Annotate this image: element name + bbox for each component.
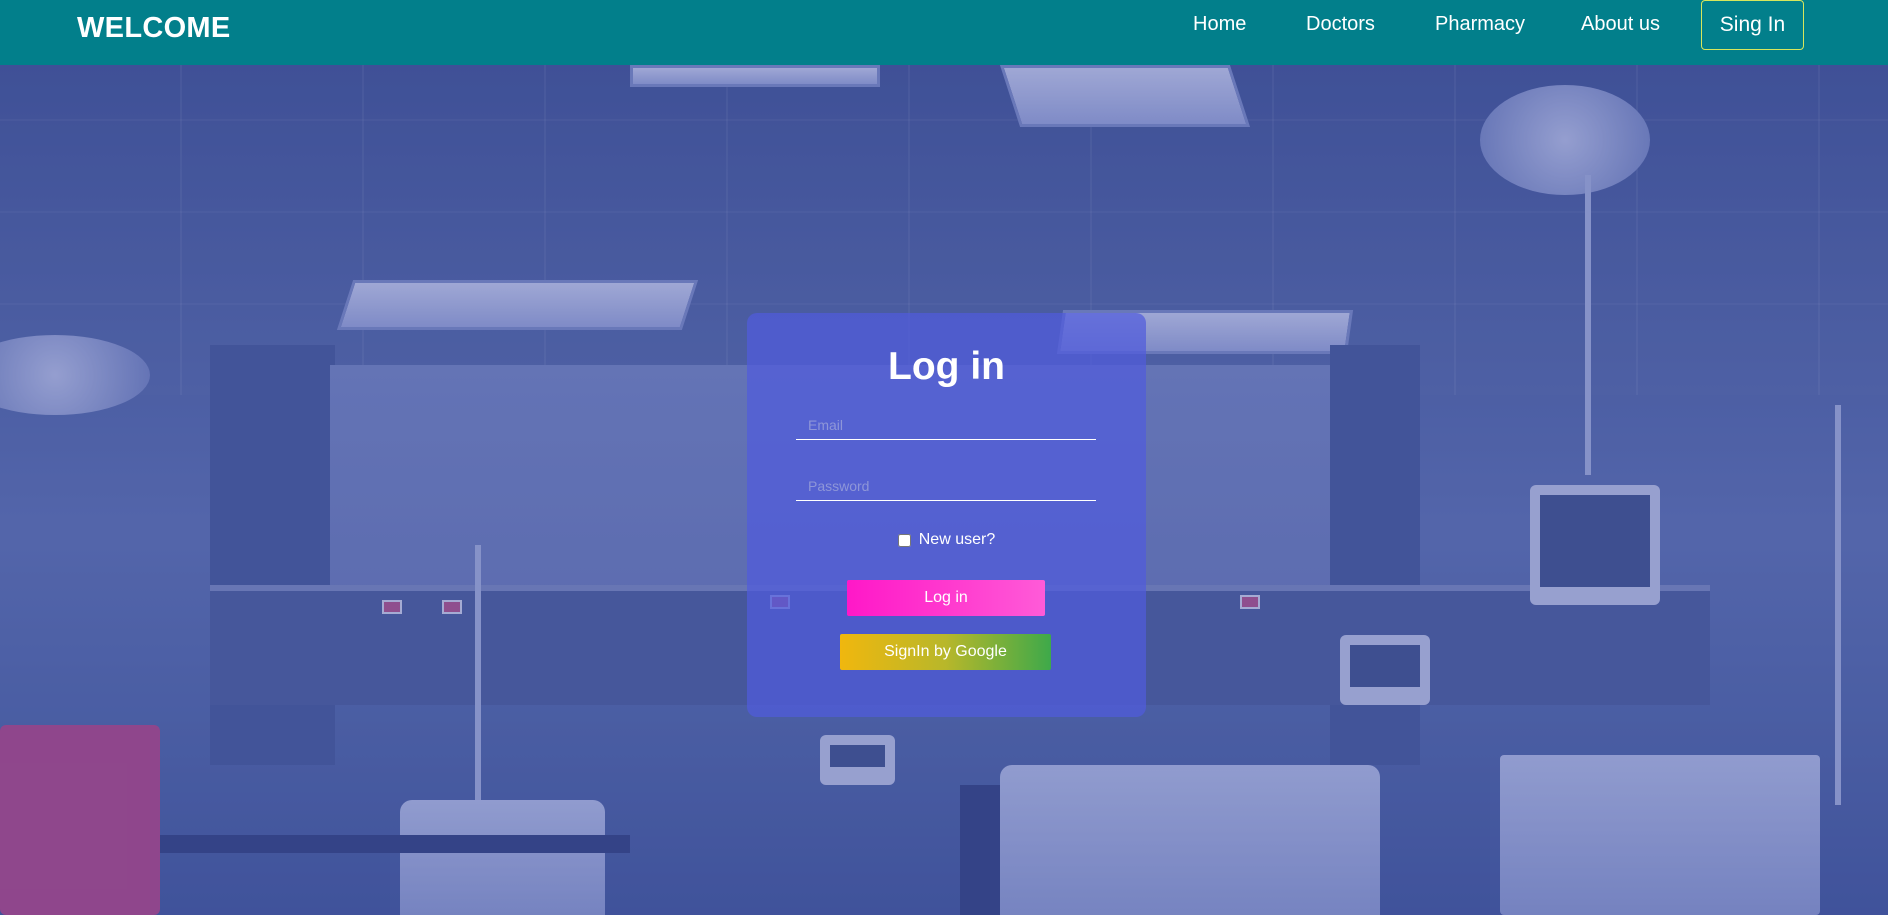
password-field[interactable] bbox=[796, 471, 1096, 501]
login-card: Log in New user? Log in SignIn by Google bbox=[747, 313, 1146, 717]
top-navbar: WELCOME Home Doctors Pharmacy About us S… bbox=[0, 0, 1888, 65]
nav-pharmacy[interactable]: Pharmacy bbox=[1435, 13, 1525, 36]
sign-in-button[interactable]: Sing In bbox=[1701, 0, 1804, 50]
new-user-label: New user? bbox=[918, 531, 996, 548]
login-button[interactable]: Log in bbox=[847, 580, 1045, 616]
new-user-row: New user? bbox=[747, 531, 1146, 549]
nav-home[interactable]: Home bbox=[1193, 13, 1246, 36]
google-signin-button[interactable]: SignIn by Google bbox=[840, 634, 1051, 670]
login-title: Log in bbox=[888, 345, 1005, 388]
new-user-checkbox[interactable] bbox=[897, 533, 911, 547]
nav-doctors[interactable]: Doctors bbox=[1306, 13, 1375, 36]
nav-about-us[interactable]: About us bbox=[1581, 13, 1660, 36]
email-field[interactable] bbox=[796, 410, 1096, 440]
brand-title: WELCOME bbox=[77, 12, 231, 44]
